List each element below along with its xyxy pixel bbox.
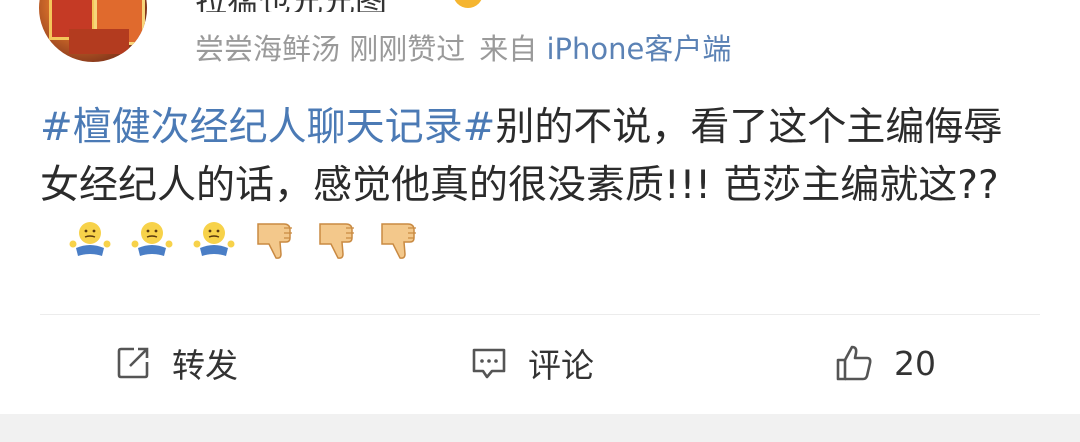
emoji-row bbox=[68, 218, 422, 262]
comment-button[interactable]: 评论 bbox=[470, 315, 594, 411]
hashtag-link[interactable]: #檀健次经纪人聊天记录# bbox=[40, 105, 495, 150]
comment-icon bbox=[472, 348, 506, 379]
repost-icon bbox=[117, 347, 149, 379]
like-count: 20 bbox=[894, 343, 936, 383]
like-button[interactable]: 20 bbox=[834, 315, 936, 411]
comment-label: 评论 bbox=[528, 346, 594, 385]
thumbs-down-emoji-icon bbox=[257, 223, 292, 259]
post-meta: 尝尝海鲜汤 刚刚赞过 来自 iPhone客户端 bbox=[195, 26, 731, 68]
badge-icon bbox=[453, 0, 483, 8]
source-prefix: 来自 bbox=[479, 32, 538, 66]
repost-button[interactable]: 转发 bbox=[114, 315, 238, 411]
thumbs-down-emoji-icon bbox=[381, 223, 416, 259]
username[interactable]: 拉猛也兄兄图 bbox=[195, 0, 387, 12]
avatar[interactable] bbox=[39, 0, 147, 62]
action-bar: 转发 评论 20 bbox=[0, 315, 1080, 411]
feed-separator bbox=[0, 414, 1080, 442]
post-body: #檀健次经纪人聊天记录#别的不说，看了这个主编侮辱女经纪人的话，感觉他真的很没素… bbox=[40, 99, 1040, 273]
shrug-emoji-icon bbox=[69, 222, 111, 256]
repost-label: 转发 bbox=[172, 346, 238, 385]
shrug-emoji-icon bbox=[131, 222, 173, 256]
weibo-post-card: 拉猛也兄兄图 尝尝海鲜汤 刚刚赞过来自 iPhone客户端 #檀健次经纪人聊天记… bbox=[0, 0, 1080, 414]
thumbs-up-icon bbox=[836, 345, 872, 381]
liked-by-text: 尝尝海鲜汤 刚刚赞过 bbox=[195, 32, 466, 66]
shrug-emoji-icon bbox=[193, 222, 235, 256]
thumbs-down-emoji-icon bbox=[319, 223, 354, 259]
source-client-link[interactable]: iPhone客户端 bbox=[546, 32, 731, 66]
